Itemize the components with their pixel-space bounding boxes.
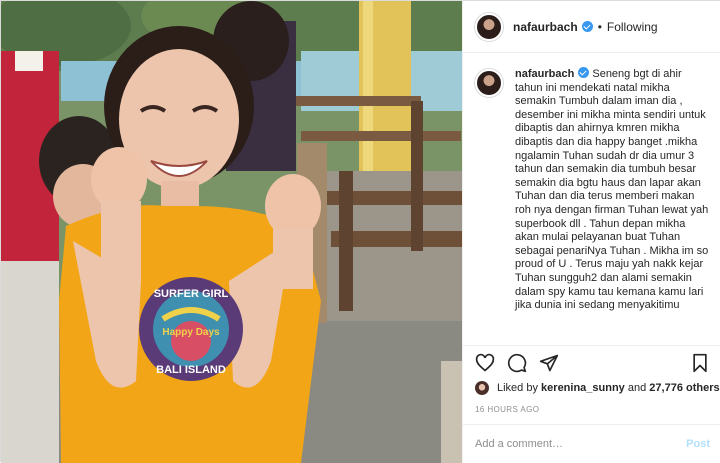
caption-author-avatar[interactable] [475,69,503,97]
likes-summary: Liked by kerenina_sunny and 27,776 other… [475,381,720,395]
heart-icon[interactable] [475,353,495,373]
likes-prefix: Liked by [497,382,538,394]
caption-verified-badge-icon [578,67,590,78]
likes-count[interactable]: 27,776 others [649,382,719,394]
post-photo[interactable]: SURFER GIRL Happy Days BALI ISLAND [1,1,462,463]
following-button[interactable]: Following [607,20,658,34]
verified-badge-icon [581,21,593,32]
comment-bar: Post [463,424,720,463]
liker-avatar[interactable] [475,381,489,395]
caption-area: nafaurbach Seneng bgt di ahir tahun ini … [463,53,720,345]
instagram-post: SURFER GIRL Happy Days BALI ISLAND nafaurb… [0,0,720,463]
caption-text: Seneng bgt di ahir tahun ini mendekati n… [515,68,709,312]
liker-username[interactable]: kerenina_sunny [541,382,625,394]
shirt-text-bottom: BALI ISLAND [156,364,226,376]
section-divider [463,345,720,346]
photo-illustration: SURFER GIRL Happy Days BALI ISLAND [1,1,462,463]
likes-conjunction: and [627,382,647,394]
share-icon[interactable] [539,353,559,373]
action-bar [475,353,710,375]
caption-username[interactable]: nafaurbach [515,68,574,80]
comment-input[interactable] [475,438,687,450]
post-comment-button[interactable]: Post [686,438,710,450]
post-details-panel: nafaurbach • Following nafaurbach Seneng… [462,1,720,463]
post-timestamp[interactable]: 16 HOURS AGO [475,405,539,414]
caption: nafaurbach Seneng bgt di ahir tahun ini … [515,67,710,345]
author-username[interactable]: nafaurbach [513,20,578,34]
shirt-text-mid: Happy Days [162,327,220,338]
shirt-text-top: SURFER GIRL [154,288,229,300]
header-separator: • [597,19,602,34]
author-avatar[interactable] [475,12,503,41]
bookmark-icon[interactable] [690,353,710,373]
post-header: nafaurbach • Following [463,1,720,53]
comment-icon[interactable] [507,353,527,373]
